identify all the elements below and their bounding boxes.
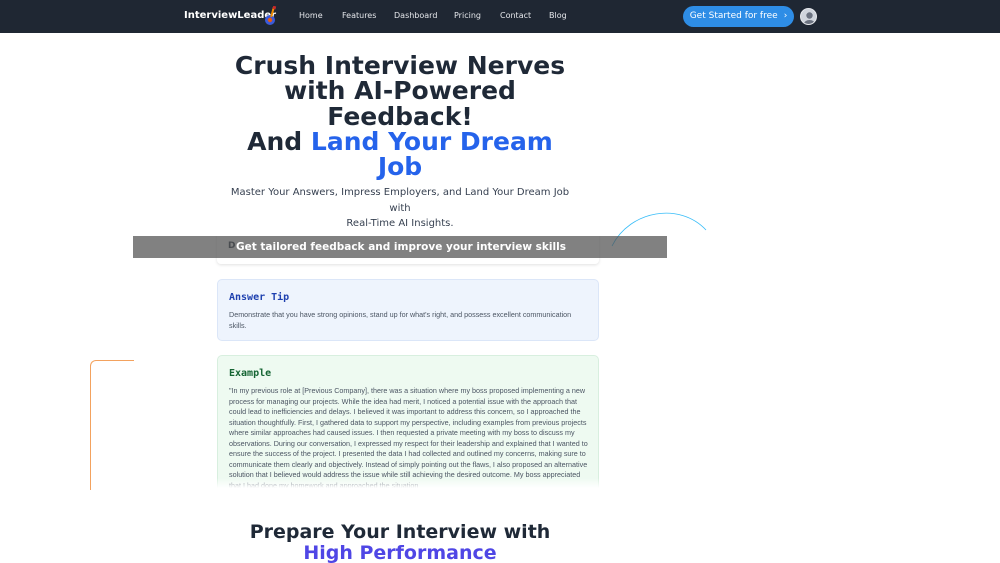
top-navbar: InterviewLeader Home Features Dashboard … bbox=[0, 0, 1000, 33]
chevron-right-icon: › bbox=[783, 11, 788, 21]
hero-title-line-4-accent: Land Your Dream bbox=[310, 126, 553, 156]
feedback-demo-panel: Get tailored feedback and improve your i… bbox=[133, 236, 667, 488]
hero-title-line-4-prefix: And bbox=[247, 126, 303, 156]
hero-title: Crush Interview Nerves with AI-Powered F… bbox=[200, 53, 600, 179]
answer-tip-card: Answer Tip Demonstrate that you have str… bbox=[217, 279, 599, 341]
nav-link-features[interactable]: Features bbox=[342, 11, 376, 20]
section-title-line-2: High Performance bbox=[303, 542, 497, 563]
hero-title-line-5-accent: Job bbox=[377, 152, 423, 182]
nav-link-home[interactable]: Home bbox=[299, 11, 323, 20]
decorative-frame-line bbox=[90, 360, 134, 490]
get-started-button[interactable]: Get Started for free › bbox=[683, 6, 794, 27]
guitar-logo-icon[interactable] bbox=[264, 5, 278, 30]
brand-name[interactable]: InterviewLeader bbox=[184, 10, 276, 21]
nav-link-dashboard[interactable]: Dashboard bbox=[394, 11, 437, 20]
section-title: Prepare Your Interview with High Perform… bbox=[200, 522, 600, 563]
nav-link-blog[interactable]: Blog bbox=[549, 11, 567, 20]
hero-subtitle: Master Your Answers, Impress Employers, … bbox=[220, 185, 580, 232]
nav-link-contact[interactable]: Contact bbox=[500, 11, 531, 20]
hero-subtitle-line-2: Real-Time AI Insights. bbox=[346, 218, 454, 229]
user-avatar-icon[interactable] bbox=[800, 8, 817, 25]
panel-fade-overlay bbox=[133, 478, 667, 488]
answer-tip-body: Demonstrate that you have strong opinion… bbox=[229, 310, 572, 330]
get-started-label: Get Started for free bbox=[689, 11, 778, 21]
nav-link-pricing[interactable]: Pricing bbox=[454, 11, 481, 20]
example-heading: Example bbox=[229, 368, 272, 379]
example-body: "In my previous role at [Previous Compan… bbox=[229, 386, 588, 488]
section-title-line-1: Prepare Your Interview with bbox=[249, 521, 551, 543]
feedback-banner: Get tailored feedback and improve your i… bbox=[133, 236, 667, 258]
example-card: Example "In my previous role at [Previou… bbox=[217, 355, 599, 488]
hero-subtitle-line-1: Master Your Answers, Impress Employers, … bbox=[230, 187, 570, 214]
answer-tip-heading: Answer Tip bbox=[229, 292, 290, 303]
